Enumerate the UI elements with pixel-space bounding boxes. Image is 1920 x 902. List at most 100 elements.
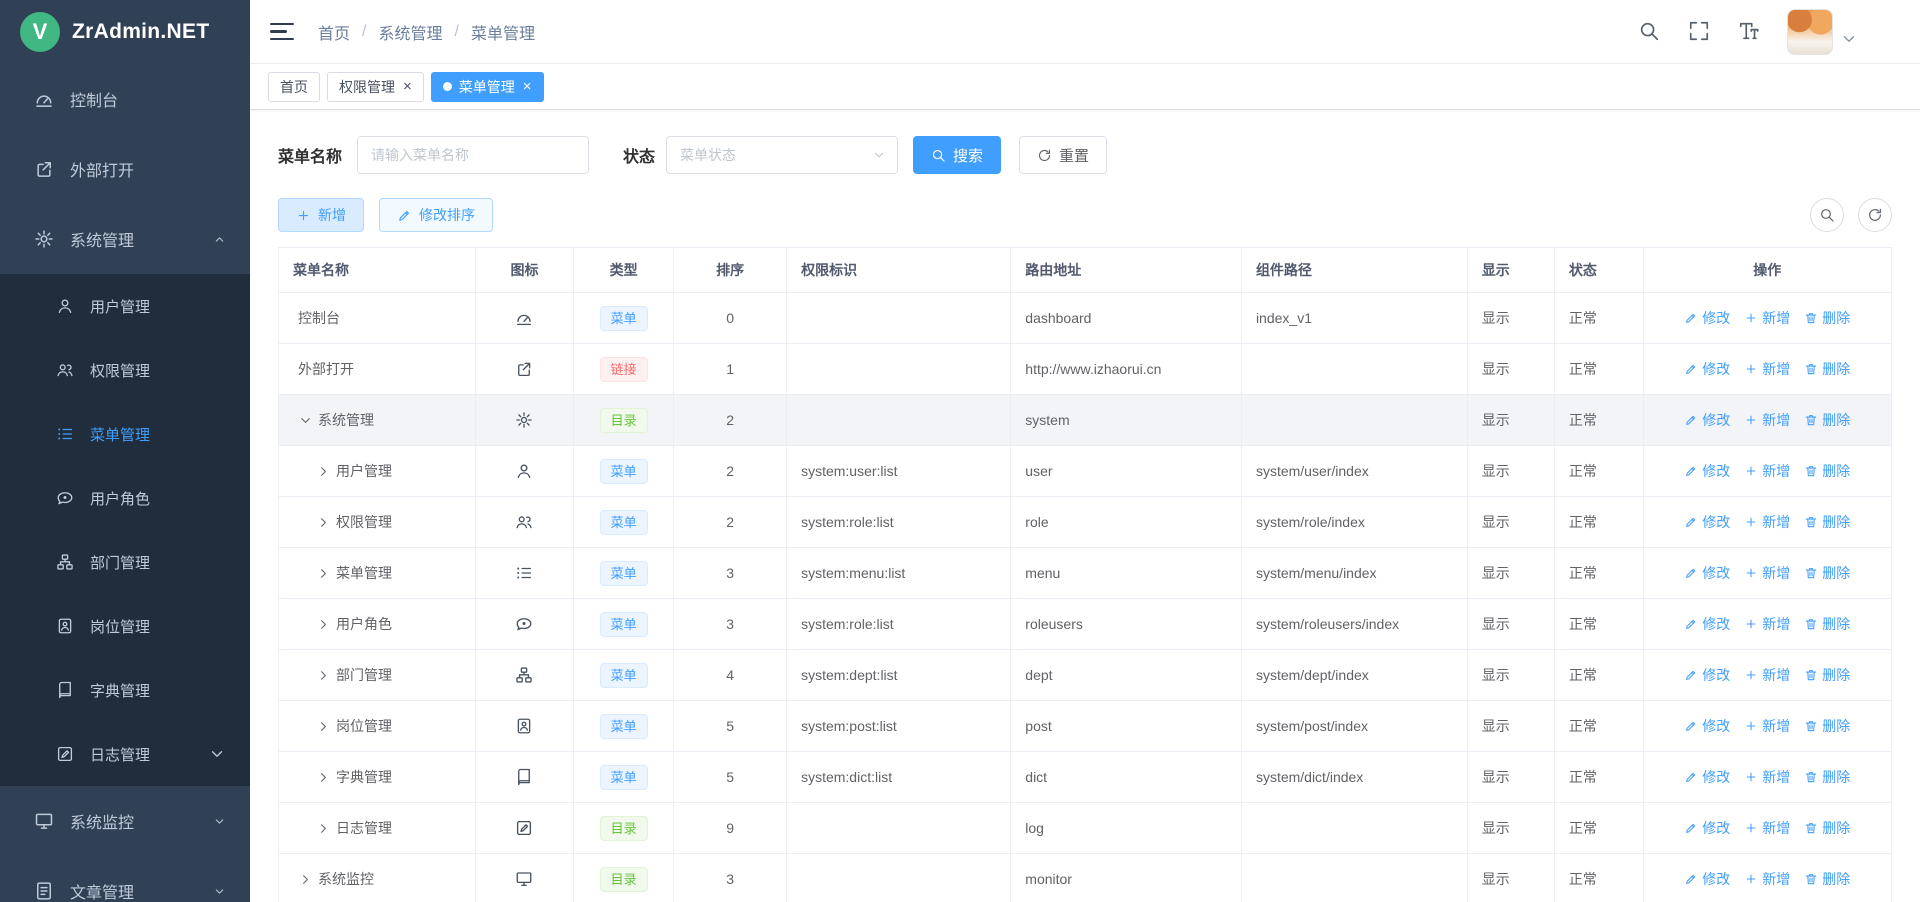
search-button[interactable] bbox=[1637, 20, 1661, 44]
sort-edit-button[interactable]: 修改排序 bbox=[379, 198, 493, 232]
route-value: post bbox=[1011, 701, 1242, 752]
table-row: 岗位管理 菜单 5 system:post:list post system/p… bbox=[279, 701, 1892, 752]
edit-link[interactable]: 修改 bbox=[1684, 614, 1730, 634]
add-link[interactable]: 新增 bbox=[1744, 461, 1790, 481]
delete-link[interactable]: 删除 bbox=[1804, 359, 1850, 379]
add-link[interactable]: 新增 bbox=[1744, 410, 1790, 430]
breadcrumb-item[interactable]: 首页 bbox=[318, 20, 350, 44]
chevron-right-toggle[interactable] bbox=[316, 770, 331, 785]
sidebar-item-label: 菜单管理 bbox=[90, 424, 150, 445]
status-value: 正常 bbox=[1554, 803, 1643, 854]
sidebar-item-monitor[interactable]: 系统监控 bbox=[0, 786, 250, 856]
tab-home[interactable]: 首页 bbox=[268, 72, 320, 102]
add-link[interactable]: 新增 bbox=[1744, 359, 1790, 379]
search-button[interactable]: 搜索 bbox=[913, 136, 1001, 174]
main-area: 首页/系统管理/菜单管理 首页权限管理×菜单管理× 菜单名称 状态 菜单状态 bbox=[250, 0, 1920, 902]
sidebar-item-role[interactable]: 权限管理 bbox=[0, 338, 250, 402]
reset-button[interactable]: 重置 bbox=[1019, 136, 1107, 174]
user-menu[interactable] bbox=[1787, 9, 1858, 55]
table-refresh-button[interactable] bbox=[1858, 198, 1892, 232]
component-value bbox=[1241, 803, 1467, 854]
hamburger-icon[interactable] bbox=[270, 19, 294, 45]
delete-link[interactable]: 删除 bbox=[1804, 410, 1850, 430]
sidebar-item-system[interactable]: 系统管理 bbox=[0, 204, 250, 274]
tab-role[interactable]: 权限管理× bbox=[327, 72, 424, 102]
breadcrumb-item[interactable]: 菜单管理 bbox=[471, 20, 535, 44]
sidebar-item-console[interactable]: 控制台 bbox=[0, 64, 250, 134]
chevron-right-toggle[interactable] bbox=[316, 668, 331, 683]
add-button[interactable]: 新增 bbox=[278, 198, 364, 232]
edit-link[interactable]: 修改 bbox=[1684, 869, 1730, 889]
edit-link[interactable]: 修改 bbox=[1684, 563, 1730, 583]
add-link[interactable]: 新增 bbox=[1744, 563, 1790, 583]
sidebar-item-post[interactable]: 岗位管理 bbox=[0, 594, 250, 658]
sidebar-item-dept[interactable]: 部门管理 bbox=[0, 530, 250, 594]
sidebar-item-log[interactable]: 日志管理 bbox=[0, 722, 250, 786]
add-link[interactable]: 新增 bbox=[1744, 869, 1790, 889]
breadcrumb-item[interactable]: 系统管理 bbox=[378, 20, 442, 44]
delete-link[interactable]: 删除 bbox=[1804, 308, 1850, 328]
sidebar-item-user[interactable]: 用户管理 bbox=[0, 274, 250, 338]
add-link[interactable]: 新增 bbox=[1744, 308, 1790, 328]
visible-value: 显示 bbox=[1467, 701, 1554, 752]
chevron-right-toggle[interactable] bbox=[316, 617, 331, 632]
close-icon[interactable]: × bbox=[523, 79, 532, 94]
route-value: dashboard bbox=[1011, 293, 1242, 344]
chevron-right-toggle[interactable] bbox=[316, 464, 331, 479]
add-link[interactable]: 新增 bbox=[1744, 665, 1790, 685]
chevron-down-toggle[interactable] bbox=[298, 413, 313, 428]
component-value: system/menu/index bbox=[1241, 548, 1467, 599]
tab-menu[interactable]: 菜单管理× bbox=[431, 72, 544, 102]
route-value: roleusers bbox=[1011, 599, 1242, 650]
close-icon[interactable]: × bbox=[403, 79, 412, 94]
font-size-button[interactable] bbox=[1737, 20, 1761, 44]
delete-link[interactable]: 删除 bbox=[1804, 665, 1850, 685]
edit-link[interactable]: 修改 bbox=[1684, 308, 1730, 328]
chevron-right-toggle[interactable] bbox=[316, 719, 331, 734]
avatar[interactable] bbox=[1787, 9, 1833, 55]
sidebar-item-dict[interactable]: 字典管理 bbox=[0, 658, 250, 722]
delete-link[interactable]: 删除 bbox=[1804, 614, 1850, 634]
edit-link[interactable]: 修改 bbox=[1684, 767, 1730, 787]
route-value: dict bbox=[1011, 752, 1242, 803]
edit-link[interactable]: 修改 bbox=[1684, 512, 1730, 532]
delete-link[interactable]: 删除 bbox=[1804, 512, 1850, 532]
edit-link[interactable]: 修改 bbox=[1684, 359, 1730, 379]
edit-icon bbox=[1684, 362, 1698, 376]
edit-link[interactable]: 修改 bbox=[1684, 716, 1730, 736]
fullscreen-button[interactable] bbox=[1687, 20, 1711, 44]
add-link[interactable]: 新增 bbox=[1744, 767, 1790, 787]
sidebar-item-menu[interactable]: 菜单管理 bbox=[0, 402, 250, 466]
type-tag: 菜单 bbox=[600, 306, 648, 331]
add-link[interactable]: 新增 bbox=[1744, 512, 1790, 532]
sidebar-item-external[interactable]: 外部打开 bbox=[0, 134, 250, 204]
chevron-right-toggle[interactable] bbox=[316, 821, 331, 836]
table-row: 用户角色 菜单 3 system:role:list roleusers sys… bbox=[279, 599, 1892, 650]
add-link[interactable]: 新增 bbox=[1744, 614, 1790, 634]
menu-name-input[interactable] bbox=[357, 136, 589, 174]
type-tag: 目录 bbox=[600, 408, 648, 433]
chevron-right-toggle[interactable] bbox=[316, 566, 331, 581]
add-link[interactable]: 新增 bbox=[1744, 818, 1790, 838]
chevron-right-toggle[interactable] bbox=[316, 515, 331, 530]
add-link[interactable]: 新增 bbox=[1744, 716, 1790, 736]
chevron-down-icon[interactable] bbox=[1840, 30, 1858, 48]
sidebar-item-roleusers[interactable]: 用户角色 bbox=[0, 466, 250, 530]
delete-link[interactable]: 删除 bbox=[1804, 461, 1850, 481]
delete-link[interactable]: 删除 bbox=[1804, 767, 1850, 787]
status-select[interactable]: 菜单状态 bbox=[666, 136, 898, 174]
edit-link[interactable]: 修改 bbox=[1684, 665, 1730, 685]
delete-link[interactable]: 删除 bbox=[1804, 869, 1850, 889]
edit-link[interactable]: 修改 bbox=[1684, 818, 1730, 838]
sidebar-item-article[interactable]: 文章管理 bbox=[0, 856, 250, 902]
table-search-button[interactable] bbox=[1810, 198, 1844, 232]
header-icons bbox=[1637, 20, 1761, 44]
table-row: 外部打开 链接 1 http://www.izhaorui.cn 显示 正常 修… bbox=[279, 344, 1892, 395]
delete-link[interactable]: 删除 bbox=[1804, 563, 1850, 583]
delete-link[interactable]: 删除 bbox=[1804, 818, 1850, 838]
chevron-right-toggle[interactable] bbox=[298, 872, 313, 887]
edit-icon bbox=[1684, 719, 1698, 733]
delete-link[interactable]: 删除 bbox=[1804, 716, 1850, 736]
edit-link[interactable]: 修改 bbox=[1684, 461, 1730, 481]
edit-link[interactable]: 修改 bbox=[1684, 410, 1730, 430]
